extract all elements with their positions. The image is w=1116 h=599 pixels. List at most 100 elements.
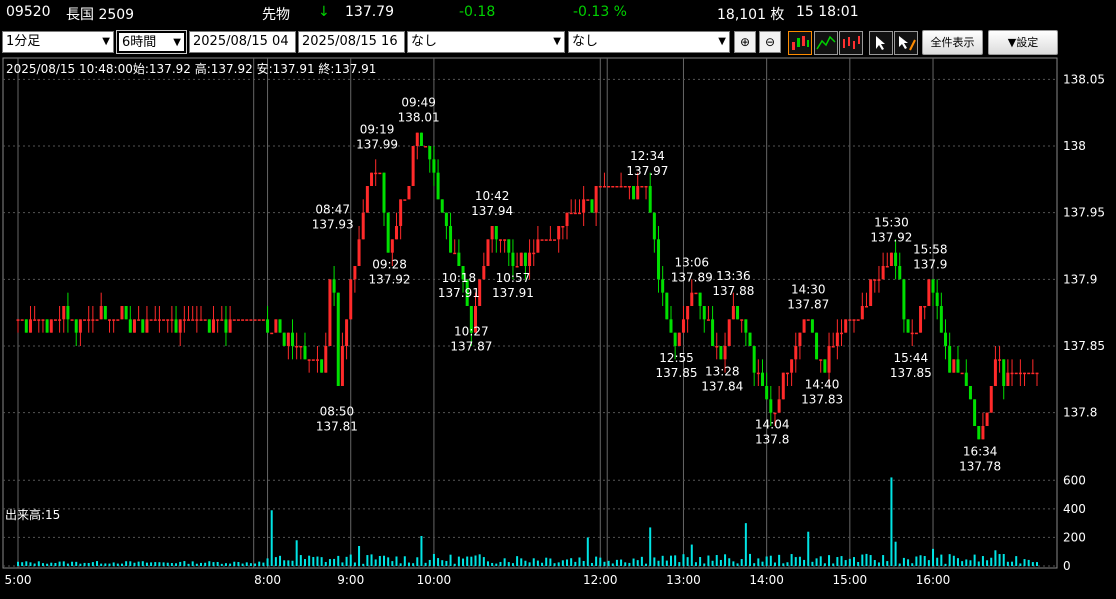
indicator1-select[interactable]: なし ▼: [407, 31, 565, 53]
volume-bar: [270, 510, 273, 566]
candlestick-chart-icon[interactable]: [788, 31, 812, 55]
annotation-time: 09:19: [360, 122, 395, 136]
annotation-price: 137.89: [671, 271, 713, 285]
volume-bar: [87, 563, 90, 566]
candle-body: [661, 279, 665, 293]
candle-body: [1018, 372, 1022, 375]
volume-bar: [299, 555, 302, 566]
candle-body: [711, 319, 715, 346]
candle-body: [178, 319, 182, 333]
volume-bar: [145, 562, 148, 566]
candle-body: [910, 332, 914, 335]
annotation-time: 13:06: [674, 256, 709, 270]
quote-header: 09520 長国 2509 先物 ↓ 137.79 -0.18 -0.13 % …: [0, 0, 1116, 28]
annotation-price: 137.99: [356, 137, 398, 151]
volume-bar: [715, 555, 718, 566]
candle-body: [798, 332, 802, 346]
volume-tick-label: 0: [1063, 559, 1071, 573]
candle-body: [586, 199, 590, 201]
candle-body: [199, 319, 203, 321]
chevron-down-icon: ▼: [553, 36, 561, 47]
candle-body: [952, 359, 956, 373]
line-chart-icon[interactable]: [814, 31, 838, 55]
volume-bar: [112, 562, 115, 566]
draw-tool-icon[interactable]: [894, 31, 918, 55]
volume-bar: [1002, 554, 1005, 566]
price-chart[interactable]: 138.05 138 137.95 137.9 137.85 137.8 600 400 200…: [0, 56, 1116, 599]
volume-bar: [220, 563, 223, 566]
candle-body: [511, 252, 515, 266]
ohlc-info-line: 2025/08/15 10:48:00始:137.92 高:137.92 安:1…: [6, 61, 376, 76]
symbol-code: 09520: [6, 4, 51, 20]
candle-body: [602, 186, 606, 188]
candle-body: [698, 292, 702, 306]
volume-bar: [258, 561, 261, 566]
volume-tick-label: 400: [1063, 502, 1086, 516]
volume-bar: [607, 560, 610, 566]
candle-body: [723, 346, 727, 360]
span-select[interactable]: 6時間 ▼: [116, 30, 187, 54]
volume-bar: [977, 561, 980, 566]
candle-body: [320, 359, 324, 373]
annotation-time: 09:28: [372, 258, 407, 272]
cursor-glyph: [876, 36, 885, 50]
candle-body: [548, 239, 552, 241]
candle-body: [827, 346, 831, 373]
candle-body: [361, 212, 365, 240]
volume-bar: [628, 562, 631, 566]
volume-bar: [503, 558, 506, 566]
candle-body: [544, 239, 548, 241]
candle-body: [935, 292, 939, 306]
bar-chart-icon[interactable]: [839, 31, 863, 55]
volume-bar: [183, 561, 186, 566]
volume-bar: [445, 560, 448, 566]
candle-body: [1002, 359, 1006, 386]
annotation-price: 137.97: [626, 164, 668, 178]
volume-bar: [778, 554, 781, 566]
candle-body: [382, 172, 386, 213]
volume-bar: [803, 559, 806, 566]
candle-body: [852, 319, 856, 321]
volume-bar: [287, 560, 290, 566]
candle-body: [157, 319, 161, 321]
candle-body: [681, 319, 685, 333]
zoom-out-icon[interactable]: ⊖: [759, 31, 781, 53]
candle-body: [457, 252, 461, 266]
volume-bar: [312, 556, 315, 566]
annotation-price: 137.91: [492, 286, 534, 300]
candle-body: [274, 319, 278, 333]
zoom-in-icon[interactable]: ⊕: [734, 31, 756, 53]
candle-body: [644, 186, 648, 188]
volume-bar: [707, 555, 710, 566]
volume-bar: [245, 562, 248, 566]
date-from-field[interactable]: 2025/08/15 04: [189, 31, 296, 53]
show-all-button[interactable]: 全件表示: [922, 30, 983, 55]
last-price: 137.79: [345, 4, 394, 20]
date-to-field[interactable]: 2025/08/15 16: [298, 31, 405, 53]
candle-body: [299, 346, 303, 348]
interval-select[interactable]: 1分足 ▼: [2, 31, 114, 53]
candle-body: [831, 346, 835, 348]
candle-body: [486, 239, 490, 266]
candle-body: [182, 319, 186, 321]
candle-body: [228, 319, 232, 333]
volume-bar: [324, 561, 327, 566]
candle-body: [619, 186, 623, 188]
candle-body: [261, 319, 265, 321]
candle-body: [736, 306, 740, 320]
volume-bar: [100, 563, 103, 566]
annotation-time: 09:49: [401, 96, 436, 110]
volume-bar: [998, 554, 1001, 566]
candle-body: [1014, 372, 1018, 375]
settings-button[interactable]: ▼設定: [988, 30, 1058, 55]
indicator2-select[interactable]: なし ▼: [568, 31, 730, 53]
candle-body: [220, 319, 224, 321]
volume-bar: [919, 555, 922, 566]
volume-bar: [179, 561, 182, 566]
volume-bar: [137, 561, 140, 566]
volume-bar: [21, 562, 24, 566]
volume-bar: [470, 556, 473, 566]
annotation-price: 137.88: [712, 284, 754, 298]
volume-bar: [83, 562, 86, 566]
cursor-tool-icon[interactable]: [869, 31, 893, 55]
